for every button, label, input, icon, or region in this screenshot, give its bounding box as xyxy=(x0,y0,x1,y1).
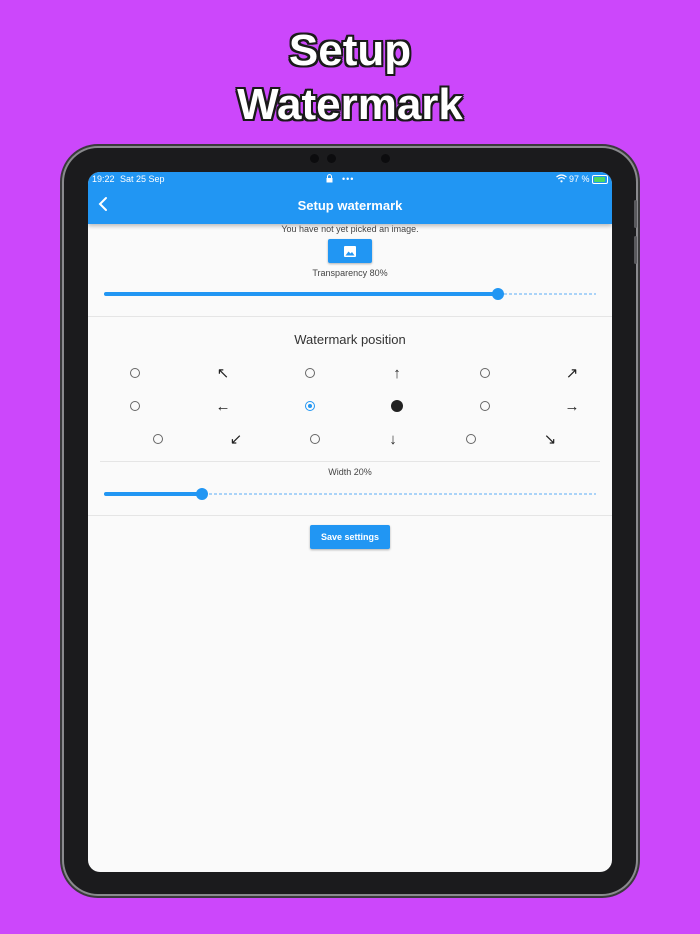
wifi-icon xyxy=(556,174,567,185)
battery-icon xyxy=(592,175,608,184)
center-dot-icon xyxy=(387,396,407,416)
position-radio-middle-left[interactable] xyxy=(125,396,145,416)
image-status-text: You have not yet picked an image. xyxy=(281,224,419,234)
arrow-up-right-icon: ↗ xyxy=(565,364,579,382)
status-date: Sat 25 Sep xyxy=(120,174,165,184)
slider-active-track xyxy=(104,492,203,496)
arrow-down-right-icon: ↘ xyxy=(543,430,557,448)
promo-title-line1: Setup xyxy=(288,26,412,75)
position-radio-bottom-right[interactable] xyxy=(461,429,481,449)
camera-dot xyxy=(310,154,319,163)
position-radio-bottom-center[interactable] xyxy=(305,429,325,449)
position-title: Watermark position xyxy=(294,332,406,347)
position-radio-top-right[interactable] xyxy=(475,363,495,383)
position-radio-bottom-left[interactable] xyxy=(148,429,168,449)
promo-title-line2: Watermark xyxy=(237,80,463,129)
arrow-up-icon: ↑ xyxy=(393,364,401,382)
page-title: Setup watermark xyxy=(297,198,403,213)
slider-active-track xyxy=(104,292,498,296)
volume-button xyxy=(634,200,637,228)
sensor-dot xyxy=(381,154,390,163)
divider xyxy=(100,461,600,462)
arrow-left-icon: ← xyxy=(215,397,231,415)
divider xyxy=(88,316,612,317)
slider-thumb[interactable] xyxy=(491,288,504,300)
width-slider[interactable] xyxy=(104,487,596,501)
pick-image-button[interactable] xyxy=(328,239,372,263)
transparency-label: Transparency 80% xyxy=(312,268,388,278)
position-radio-top-left[interactable] xyxy=(125,363,145,383)
arrow-down-icon: ↓ xyxy=(389,430,397,448)
position-radio-top-center[interactable] xyxy=(300,363,320,383)
camera-lens xyxy=(327,154,336,163)
status-bar: 19:22 Sat 25 Sep ••• 97 % xyxy=(88,174,612,186)
volume-button xyxy=(634,236,637,264)
slider-thumb[interactable] xyxy=(196,488,209,500)
battery-percent: 97 % xyxy=(569,174,590,184)
arrow-up-left-icon: ↖ xyxy=(216,364,230,382)
width-label: Width 20% xyxy=(328,467,372,477)
divider xyxy=(88,515,612,516)
app-bar: 19:22 Sat 25 Sep ••• 97 % Setup watermar… xyxy=(88,172,612,224)
arrow-right-icon: → xyxy=(564,397,580,415)
position-radio-middle-right[interactable] xyxy=(475,396,495,416)
save-settings-button[interactable]: Save settings xyxy=(310,525,390,549)
more-dots-icon: ••• xyxy=(342,174,355,184)
image-icon xyxy=(344,245,356,257)
status-time: 19:22 xyxy=(92,174,115,184)
app-screen: 19:22 Sat 25 Sep ••• 97 % Setup watermar… xyxy=(88,172,612,872)
position-radio-center[interactable] xyxy=(300,396,320,416)
transparency-slider[interactable] xyxy=(104,287,596,301)
lock-icon xyxy=(326,174,333,185)
arrow-down-left-icon: ↙ xyxy=(229,430,243,448)
